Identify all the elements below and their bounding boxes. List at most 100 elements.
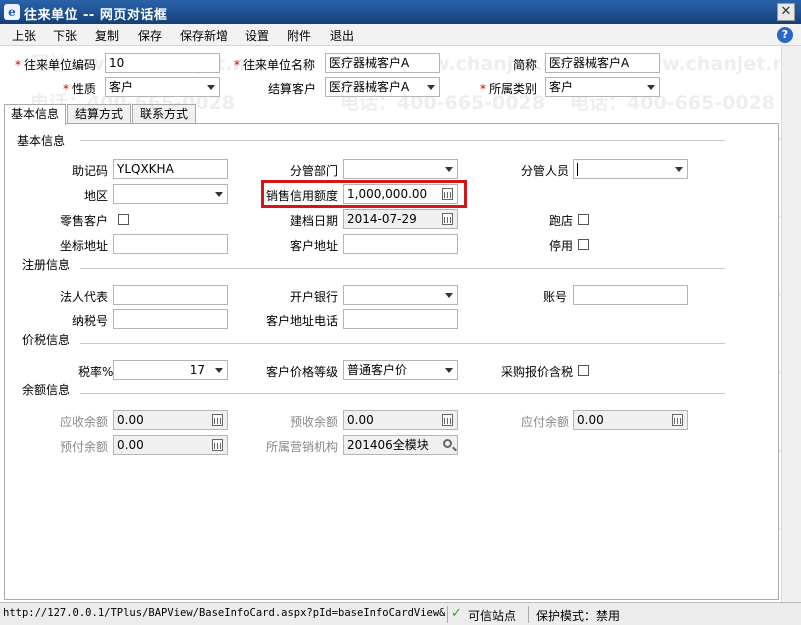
search-icon[interactable] [443,439,452,448]
credit-highlight-box [261,180,467,208]
ie-icon: e [4,4,20,20]
section-balance-title: 余额信息 [22,383,71,397]
section-registration-title: 注册信息 [22,258,71,272]
chevron-down-icon [427,85,435,90]
receivable-input: 0.00 [113,410,228,430]
rate-value: 17 [189,363,205,377]
price-level-select[interactable]: 普通客户价 [343,360,458,380]
menu-next[interactable]: 下张 [53,27,77,44]
prepay-input: 0.00 [113,435,228,455]
nature-select[interactable]: 客户 [105,77,220,97]
settle-select[interactable]: 医疗器械客户A [325,77,440,97]
purchase-tax-label: 采购报价含税 [501,365,574,379]
nature-label: * 性质 [63,82,97,96]
person-label: 分管人员 [521,164,570,178]
tax-input[interactable] [113,309,228,329]
prepay-value: 0.00 [117,438,144,452]
code-label: * 往来单位编码 [15,58,97,72]
addrtel-label: 客户地址电话 [266,314,339,328]
prereceipt-label: 预收余额 [290,415,339,429]
menu-copy[interactable]: 复制 [95,27,119,44]
vertical-scrollbar[interactable] [781,46,801,602]
disabled-label: 停用 [549,239,574,253]
bank-select[interactable] [343,285,458,305]
rate-select[interactable]: 17 [113,360,228,380]
window-title-bar: e 往来单位 -- 网页对话框 ✕ [0,0,801,24]
account-input[interactable] [573,285,688,305]
payable-input: 0.00 [573,410,688,430]
chevron-down-icon [215,368,223,373]
category-value: 客户 [549,80,574,94]
help-icon[interactable]: ? [777,27,793,43]
menu-exit[interactable]: 退出 [330,27,354,44]
price-level-label: 客户价格等级 [266,365,339,379]
close-icon[interactable]: ✕ [777,3,795,21]
created-input: 2014-07-29 [343,209,458,229]
region-label: 地区 [84,189,109,203]
org-label: 所属营销机构 [266,440,339,454]
price-level-value: 普通客户价 [347,363,408,377]
menu-attachment[interactable]: 附件 [287,27,311,44]
retail-checkbox[interactable] [118,214,129,225]
settle-label: 结算客户 [268,82,317,96]
section-divider [80,343,725,344]
person-select[interactable] [573,159,688,179]
menu-save[interactable]: 保存 [138,27,162,44]
mnemonic-label: 助记码 [72,164,109,178]
legal-label: 法人代表 [60,290,109,304]
status-url: http://127.0.0.1/TPlus/BAPView/BaseInfoC… [3,607,445,619]
payable-value: 0.00 [577,413,604,427]
status-protected-mode: 保护模式：禁用 [536,609,621,623]
section-basic-title: 基本信息 [17,134,66,148]
section-divider [80,140,725,141]
runaway-checkbox[interactable] [578,214,589,225]
status-separator [447,606,448,623]
code-input[interactable]: 10 [105,53,220,73]
purchase-tax-checkbox[interactable] [578,365,589,376]
calculator-icon [212,439,223,451]
menu-settings[interactable]: 设置 [245,27,269,44]
window-title: 往来单位 -- 网页对话框 [24,8,168,23]
dept-label: 分管部门 [290,164,339,178]
tab-basic-info[interactable]: 基本信息 [4,104,66,125]
prepay-label: 预付余额 [60,440,109,454]
runaway-label: 跑店 [549,214,574,228]
tab-settlement[interactable]: 结算方式 [67,104,131,124]
chevron-down-icon [445,368,453,373]
menu-save-new[interactable]: 保存新增 [180,27,228,44]
legal-input[interactable] [113,285,228,305]
calculator-icon [212,414,223,426]
chevron-down-icon [445,167,453,172]
receivable-label: 应收余额 [60,415,109,429]
status-separator [528,606,529,623]
menu-prev[interactable]: 上张 [12,27,36,44]
mnemonic-input[interactable]: YLQXKHA [113,159,228,179]
name-input[interactable]: 医疗器械客户A [325,53,440,73]
org-input[interactable]: 201406全模块 [343,435,458,455]
addrtel-input[interactable] [343,309,458,329]
coord-input[interactable] [113,234,228,254]
tab-contact[interactable]: 联系方式 [132,104,196,124]
created-label: 建档日期 [290,214,339,228]
dept-select[interactable] [343,159,458,179]
chevron-down-icon [207,85,215,90]
chevron-down-icon [215,192,223,197]
calculator-icon [442,414,453,426]
settle-value: 医疗器械客户A [329,80,410,94]
section-pricing-title: 价税信息 [22,333,71,347]
account-label: 账号 [543,290,568,304]
prereceipt-value: 0.00 [347,413,374,427]
chevron-down-icon [445,293,453,298]
disabled-checkbox[interactable] [578,239,589,250]
nature-value: 客户 [109,80,134,94]
section-divider [80,268,725,269]
name-label: * 往来单位名称 [234,58,316,72]
region-select[interactable] [113,184,228,204]
section-divider [80,393,725,394]
rate-label: 税率% [78,365,114,379]
address-input[interactable] [343,234,458,254]
short-name-input[interactable]: 医疗器械客户A [545,53,660,73]
menu-bar: 上张 下张 复制 保存 保存新增 设置 附件 退出 ? [0,24,801,46]
category-select[interactable]: 客户 [545,77,660,97]
prereceipt-input: 0.00 [343,410,458,430]
